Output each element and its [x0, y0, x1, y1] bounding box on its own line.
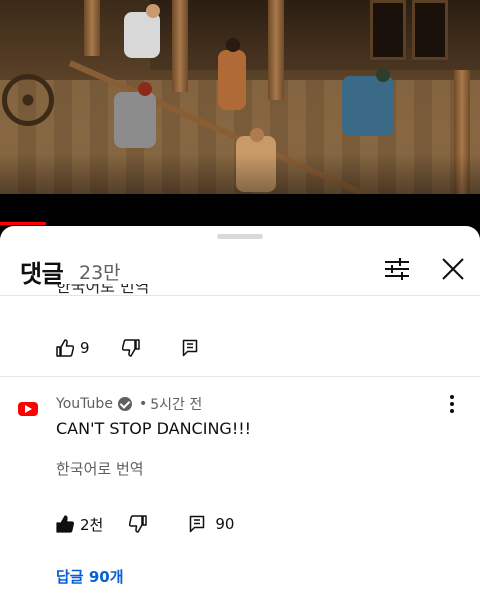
thumbs-up-filled-icon	[56, 515, 74, 533]
video-wagon-wheel	[2, 74, 54, 126]
reply-icon	[190, 515, 205, 533]
previous-comment-text: 한국어로 번역	[56, 284, 150, 296]
view-replies-button[interactable]: 답글 90개	[56, 566, 124, 587]
video-progress-played[interactable]	[0, 222, 47, 225]
video-post	[172, 0, 188, 92]
video-dancer-head	[146, 4, 160, 18]
like-count: 9	[80, 339, 90, 357]
comment-meta: YouTube • 5시간 전	[56, 394, 202, 414]
comments-count: 23만	[79, 262, 121, 284]
more-options-button[interactable]	[440, 392, 464, 416]
sliders-icon	[385, 258, 409, 280]
like-count: 2천	[80, 515, 104, 534]
video-window-shape	[412, 0, 448, 60]
reply-button[interactable]	[182, 339, 198, 357]
video-dancer	[218, 50, 246, 110]
video-dancer	[124, 12, 160, 58]
comment-author[interactable]: YouTube	[56, 396, 113, 412]
video-post	[84, 0, 100, 56]
video-dancer	[342, 76, 394, 136]
reply-button[interactable]: 90	[189, 515, 234, 533]
video-dancer-head	[250, 128, 264, 142]
youtube-avatar-icon[interactable]	[18, 402, 38, 416]
comment-actions: 2천 90	[56, 512, 234, 536]
translate-link[interactable]: 한국어로 번역	[56, 458, 144, 479]
video-progress-track[interactable]	[0, 194, 480, 224]
video-player[interactable]	[0, 0, 480, 194]
kebab-dot-icon	[450, 409, 454, 413]
thumbs-up-icon	[56, 339, 74, 357]
reply-icon	[182, 339, 197, 357]
thumbs-down-icon	[121, 339, 140, 357]
video-window-shape	[370, 0, 406, 60]
like-button[interactable]: 2천	[56, 514, 103, 535]
comment-divider	[0, 376, 480, 377]
comment-text: CAN'T STOP DANCING!!!	[56, 419, 252, 438]
video-dancer-head	[226, 38, 240, 52]
kebab-dot-icon	[450, 395, 454, 399]
video-shading	[0, 154, 480, 194]
kebab-dot-icon	[450, 402, 454, 406]
close-icon	[442, 258, 464, 280]
previous-comment-actions: 9	[56, 336, 198, 360]
thumbs-down-icon	[129, 515, 148, 533]
comments-panel: 댓글 23만 한국어로 번역 9 YouTube • 5시간 전 CAN'T S…	[0, 226, 480, 609]
dislike-button[interactable]	[121, 339, 140, 357]
video-dancer	[114, 92, 156, 148]
like-button[interactable]: 9	[56, 339, 90, 357]
comment-time: 5시간 전	[150, 397, 203, 413]
drag-handle[interactable]	[217, 234, 263, 239]
meta-separator: •	[138, 396, 148, 412]
sort-filter-button[interactable]	[380, 252, 414, 286]
reply-count: 90	[215, 515, 235, 533]
video-dancer-head	[376, 68, 390, 82]
close-button[interactable]	[436, 252, 470, 286]
video-post	[268, 0, 284, 100]
video-dancer-head	[138, 82, 152, 96]
verified-check-icon	[117, 397, 132, 411]
dislike-button[interactable]	[129, 515, 148, 533]
